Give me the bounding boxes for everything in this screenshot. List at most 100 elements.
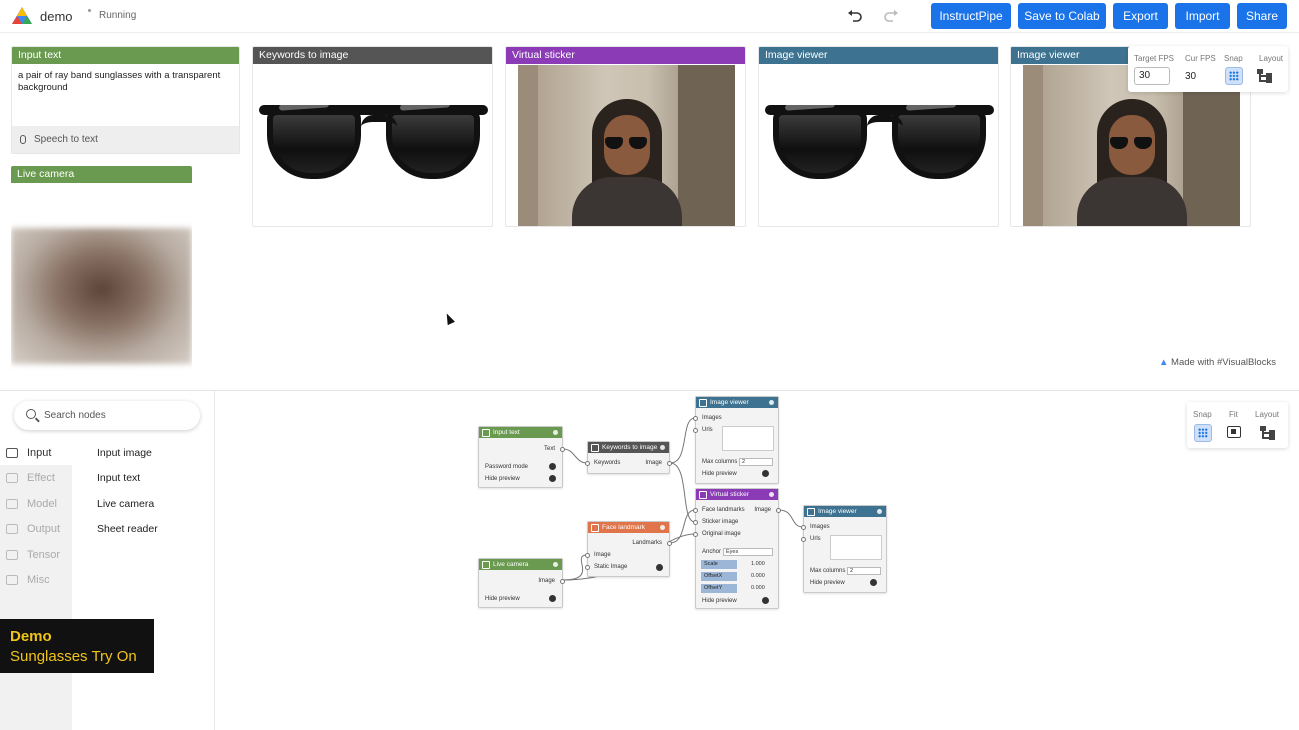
target-fps-input[interactable]: 30 (1134, 67, 1170, 85)
input-text-card: Input text a pair of ray band sunglasses… (11, 46, 240, 154)
output-port[interactable] (776, 508, 781, 513)
max-columns-select[interactable]: 2 (739, 458, 773, 466)
urls-textbox[interactable] (830, 535, 882, 560)
category-effect[interactable]: Effect (6, 472, 55, 484)
category-input[interactable]: Input (6, 447, 51, 459)
graph-node-live-camera[interactable]: Live camera Image Hide preview (478, 558, 565, 608)
category-misc[interactable]: Misc (6, 574, 50, 586)
search-icon (26, 409, 36, 419)
input-port[interactable] (801, 537, 806, 542)
input-port[interactable] (585, 461, 590, 466)
keywords-to-image-card: Keywords to image (252, 46, 493, 227)
demo-badge: Demo Sunglasses Try On (0, 619, 154, 673)
output-icon (6, 524, 18, 534)
offset-x-value[interactable]: 0.000 (751, 573, 765, 579)
graph-node-image-viewer-top[interactable]: Image viewer Images Urls Max columns 2 H… (693, 396, 779, 484)
hide-preview-toggle[interactable] (549, 475, 556, 482)
input-port[interactable] (585, 565, 590, 570)
max-columns-select[interactable]: 2 (847, 567, 881, 575)
instructpipe-button[interactable]: InstructPipe (931, 3, 1011, 29)
model-icon (6, 499, 18, 509)
export-button[interactable]: Export (1113, 3, 1168, 29)
layout-icon[interactable] (1260, 426, 1276, 440)
hide-preview-toggle[interactable] (549, 595, 556, 602)
input-port[interactable] (801, 525, 806, 530)
input-port[interactable] (693, 428, 698, 433)
node-option-live-camera[interactable]: Live camera (97, 498, 154, 510)
static-image-toggle[interactable] (656, 564, 663, 571)
app-title: demo (40, 9, 73, 24)
input-text-value[interactable]: a pair of ray band sunglasses with a tra… (12, 64, 239, 100)
top-bar: demo Running InstructPipe Save to Colab … (0, 0, 1299, 33)
search-nodes-input[interactable]: Search nodes (14, 401, 200, 430)
category-tensor[interactable]: Tensor (6, 549, 60, 561)
save-to-colab-button[interactable]: Save to Colab (1018, 3, 1106, 29)
snap-label: Snap (1224, 54, 1243, 63)
node-input-label: Images (702, 415, 722, 421)
layout-label: Layout (1255, 410, 1280, 419)
graph-node-face-landmark[interactable]: Face landmark Landmarks Image Static Ima… (585, 521, 672, 577)
input-port[interactable] (693, 532, 698, 537)
input-port[interactable] (693, 416, 698, 421)
speech-to-text-button[interactable]: Speech to text (12, 126, 239, 153)
tensor-icon (6, 550, 18, 560)
node-input-label: Urls (810, 536, 821, 542)
sunglasses-image (763, 99, 996, 191)
snap-label: Snap (1193, 410, 1212, 419)
layout-label: Layout (1259, 54, 1284, 63)
input-port[interactable] (693, 508, 698, 513)
demo-badge-title: Demo (10, 628, 52, 645)
password-mode-toggle[interactable] (549, 463, 556, 470)
virtual-sticker-card: Virtual sticker (505, 46, 746, 227)
redo-icon[interactable] (880, 6, 902, 26)
output-port[interactable] (560, 579, 565, 584)
scale-value[interactable]: 1.000 (751, 561, 765, 567)
node-output-label: Image (538, 578, 555, 584)
output-port[interactable] (667, 541, 672, 546)
node-input-label: Original image (702, 531, 741, 537)
offset-y-label: OffsetY (701, 584, 737, 593)
demo-badge-subtitle: Sunglasses Try On (10, 648, 137, 665)
graph-node-virtual-sticker[interactable]: Virtual sticker Image Face landmarks Sti… (693, 488, 781, 609)
layout-icon[interactable] (1257, 69, 1273, 83)
mouse-cursor-icon (443, 311, 455, 326)
node-input-label: Sticker image (702, 519, 739, 525)
urls-textbox[interactable] (722, 426, 774, 451)
input-port[interactable] (693, 520, 698, 525)
offset-y-value[interactable]: 0.000 (751, 585, 765, 591)
input-port[interactable] (585, 553, 590, 558)
image-viewer-card-1: Image viewer (758, 46, 999, 227)
card-title: Image viewer (759, 47, 998, 64)
run-status: Running (99, 10, 137, 21)
category-output[interactable]: Output (6, 523, 60, 535)
offset-x-label: OffsetX (701, 572, 737, 581)
graph-node-keywords-to-image[interactable]: Keywords to image Keywords Image (585, 441, 672, 474)
password-mode-label: Password mode (485, 464, 529, 470)
snap-grid-icon[interactable] (1194, 424, 1212, 442)
sunglasses-image (257, 99, 490, 191)
hide-preview-toggle[interactable] (870, 579, 877, 586)
node-option-input-image[interactable]: Input image (97, 447, 152, 459)
node-option-input-text[interactable]: Input text (97, 472, 140, 484)
undo-icon[interactable] (844, 6, 866, 26)
hide-preview-toggle[interactable] (762, 470, 769, 477)
share-button[interactable]: Share (1237, 3, 1287, 29)
search-placeholder: Search nodes (44, 410, 106, 421)
node-option-sheet-reader[interactable]: Sheet reader (97, 523, 158, 535)
import-button[interactable]: Import (1175, 3, 1230, 29)
snap-grid-icon[interactable] (1225, 67, 1243, 85)
anchor-select[interactable]: Eyes (723, 548, 773, 556)
node-input-label: Images (810, 524, 830, 530)
hide-preview-label: Hide preview (485, 476, 520, 482)
node-title: Keywords to image (588, 442, 669, 453)
output-port[interactable] (560, 447, 565, 452)
target-fps-label: Target FPS (1134, 54, 1175, 63)
fit-icon[interactable] (1227, 426, 1241, 438)
hide-preview-toggle[interactable] (762, 597, 769, 604)
graph-node-image-viewer-right[interactable]: Image viewer Images Urls Max columns 2 H… (801, 505, 887, 593)
graph-node-input-text[interactable]: Input text Text Password mode Hide previ… (478, 426, 565, 488)
category-model[interactable]: Model (6, 498, 57, 510)
node-output-label: Image (754, 507, 771, 513)
output-port[interactable] (667, 461, 672, 466)
effect-icon (6, 473, 18, 483)
